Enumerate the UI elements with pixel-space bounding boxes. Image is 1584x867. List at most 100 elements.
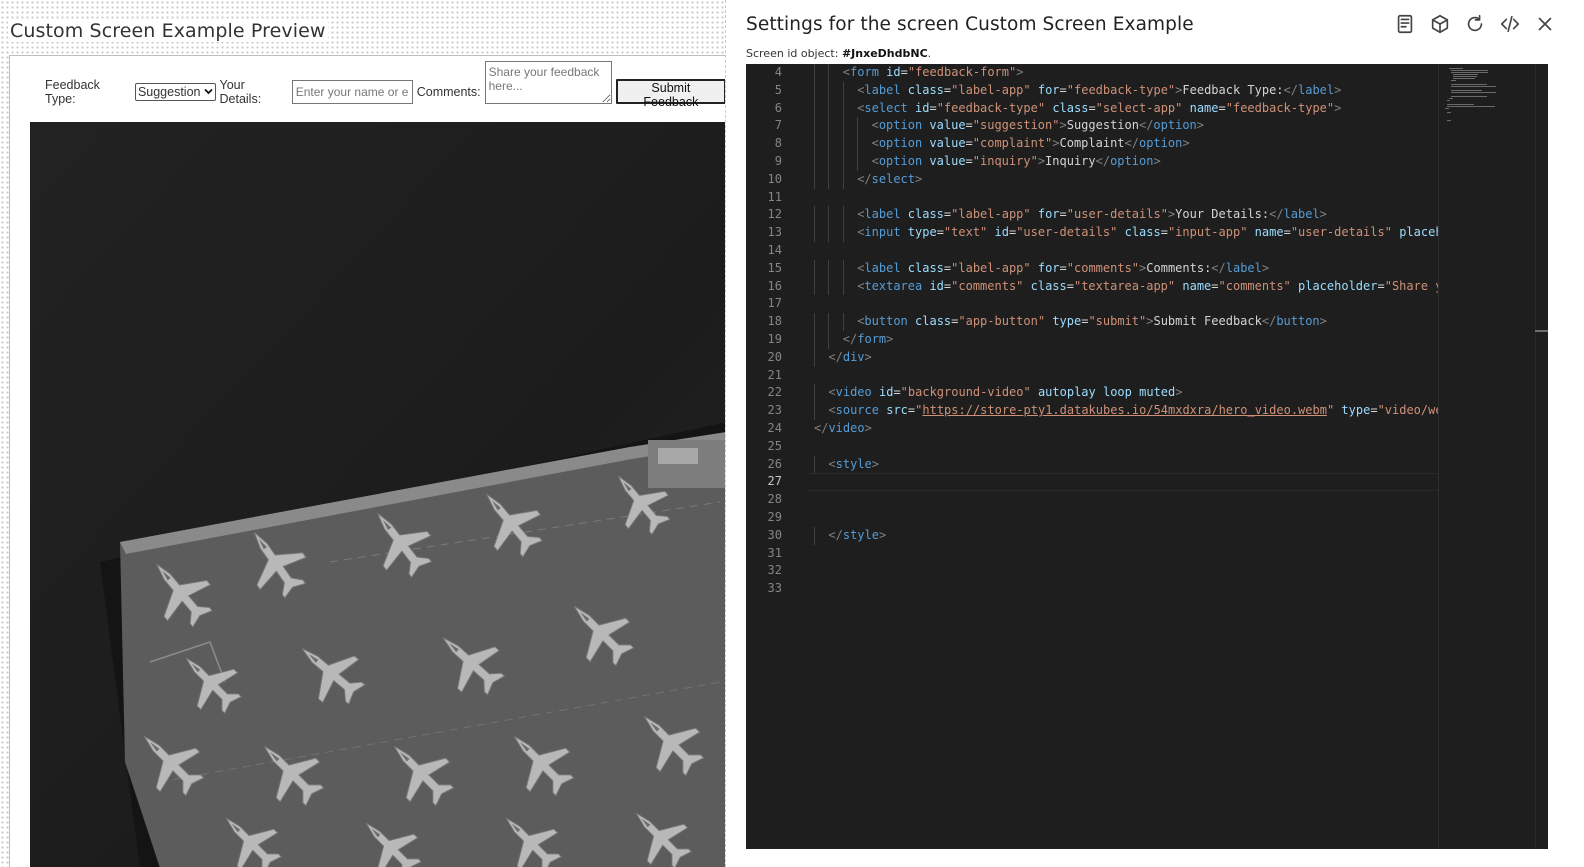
minimap-line [1453,78,1475,79]
code-token: "complaint" [972,136,1053,151]
code-line: </style> [808,526,1438,545]
editor-scrollbar[interactable] [1535,64,1548,849]
minimap-line [1451,96,1487,97]
line-number: 33 [767,581,782,596]
code-token: form [850,65,879,79]
background-video [30,122,725,867]
code-token: > [1196,118,1205,133]
minimap-line [1453,74,1479,75]
code-token: "feedback-type" [936,100,1046,115]
user-details-input[interactable] [291,79,413,104]
code-token: button [1276,314,1320,329]
line-number: 32 [767,563,782,578]
code-token: "feedback-form" [907,65,1017,79]
code-token: > [915,171,923,186]
code-token: = [1218,100,1226,115]
code-token: </ [1269,207,1284,222]
code-token: "app-button" [958,314,1046,329]
code-token: "inquiry" [972,153,1038,168]
code-token: class [907,82,944,97]
close-icon[interactable] [1533,10,1556,38]
line-number: 26 [767,456,782,471]
code-token: option [1153,118,1197,133]
code-token: </ [1138,118,1154,133]
code-token: option [878,136,923,151]
line-number: 12 [767,207,782,222]
code-token: type [907,225,937,240]
code-token: = [929,100,937,115]
code-token: "label-app" [951,82,1031,97]
line-number: 21 [767,367,782,382]
comments-textarea[interactable] [484,61,612,104]
code-token: type [1052,314,1082,329]
line-number: 27 [767,474,782,489]
code-token: https://store-pty1.datakubes.io/54mxdxra… [922,403,1327,418]
code-line: <video id="background-video" autoplay lo… [808,384,1438,403]
code-line: <form id="feedback-form"> [808,64,1438,82]
line-number: 23 [767,403,782,418]
code-token: "feedback-type" [1066,82,1176,97]
feedback-type-value: Suggestion [137,84,201,99]
line-number-gutter: 4 5 6 7 8 9 10 11 12 13 14 15 16 17 18 19 20 21 22 23 24 25 26… [746,64,804,849]
code-token: > [1319,207,1327,222]
feedback-type-select[interactable]: Suggestion [134,82,216,101]
user-details-label: Your Details: [219,77,262,106]
code-token: button [864,314,908,329]
line-number: 10 [767,171,782,186]
code-token: </ [842,331,858,346]
line-number: 28 [767,492,782,507]
line-number: 9 [774,153,782,168]
code-line: </video> [808,420,1438,438]
book-icon[interactable] [1393,10,1416,38]
code-line: </div> [808,348,1438,367]
code-token: </ [828,349,843,364]
minimap-line [1451,70,1488,71]
code-token: = [1088,100,1096,115]
code-token: id [915,100,930,115]
code-token: class [907,260,944,275]
code-area[interactable]: <form id="feedback-form"> <label class="l… [808,64,1438,849]
submit-feedback-button[interactable]: Submit Feedback [615,79,725,109]
comments-label: Comments: [416,84,481,99]
code-line: <textarea id="comments" class="textarea-… [808,277,1438,296]
feedback-form: Feedback Type: Suggestion Your Details: … [45,61,725,119]
code-token: class [1052,100,1089,115]
code-token: "user-details" [1066,207,1168,222]
code-editor[interactable]: 4 5 6 7 8 9 10 11 12 13 14 15 16 17 18 19 20 21 22 23 24 25 26… [746,64,1548,849]
code-token: placeho [1399,225,1438,240]
refresh-icon[interactable] [1463,10,1486,38]
code-line: </select> [808,170,1438,189]
code-token: < [871,118,879,133]
code-token: </ [857,171,872,186]
code-token: src [886,403,908,418]
line-number: 22 [767,385,782,400]
cube-icon[interactable] [1428,10,1451,38]
code-token: = [936,225,944,240]
line-number: 24 [767,420,782,435]
code-token: class [907,207,944,222]
code-token: Feedback Type: [1182,82,1284,97]
code-token: Your Details: [1175,207,1270,222]
code-token: </ [814,420,829,435]
code-token: Comments: [1146,260,1212,275]
minimap-line [1451,90,1483,91]
code-token: value [929,136,966,151]
code-token: = [900,65,908,79]
code-token: option [878,118,923,133]
code-line: <button class="app-button" type="submit"… [808,313,1438,331]
code-minimap[interactable] [1438,64,1535,849]
code-icon[interactable] [1498,10,1521,38]
aircraft-carrier-video-frame [30,122,725,867]
code-token: name [1254,225,1284,240]
